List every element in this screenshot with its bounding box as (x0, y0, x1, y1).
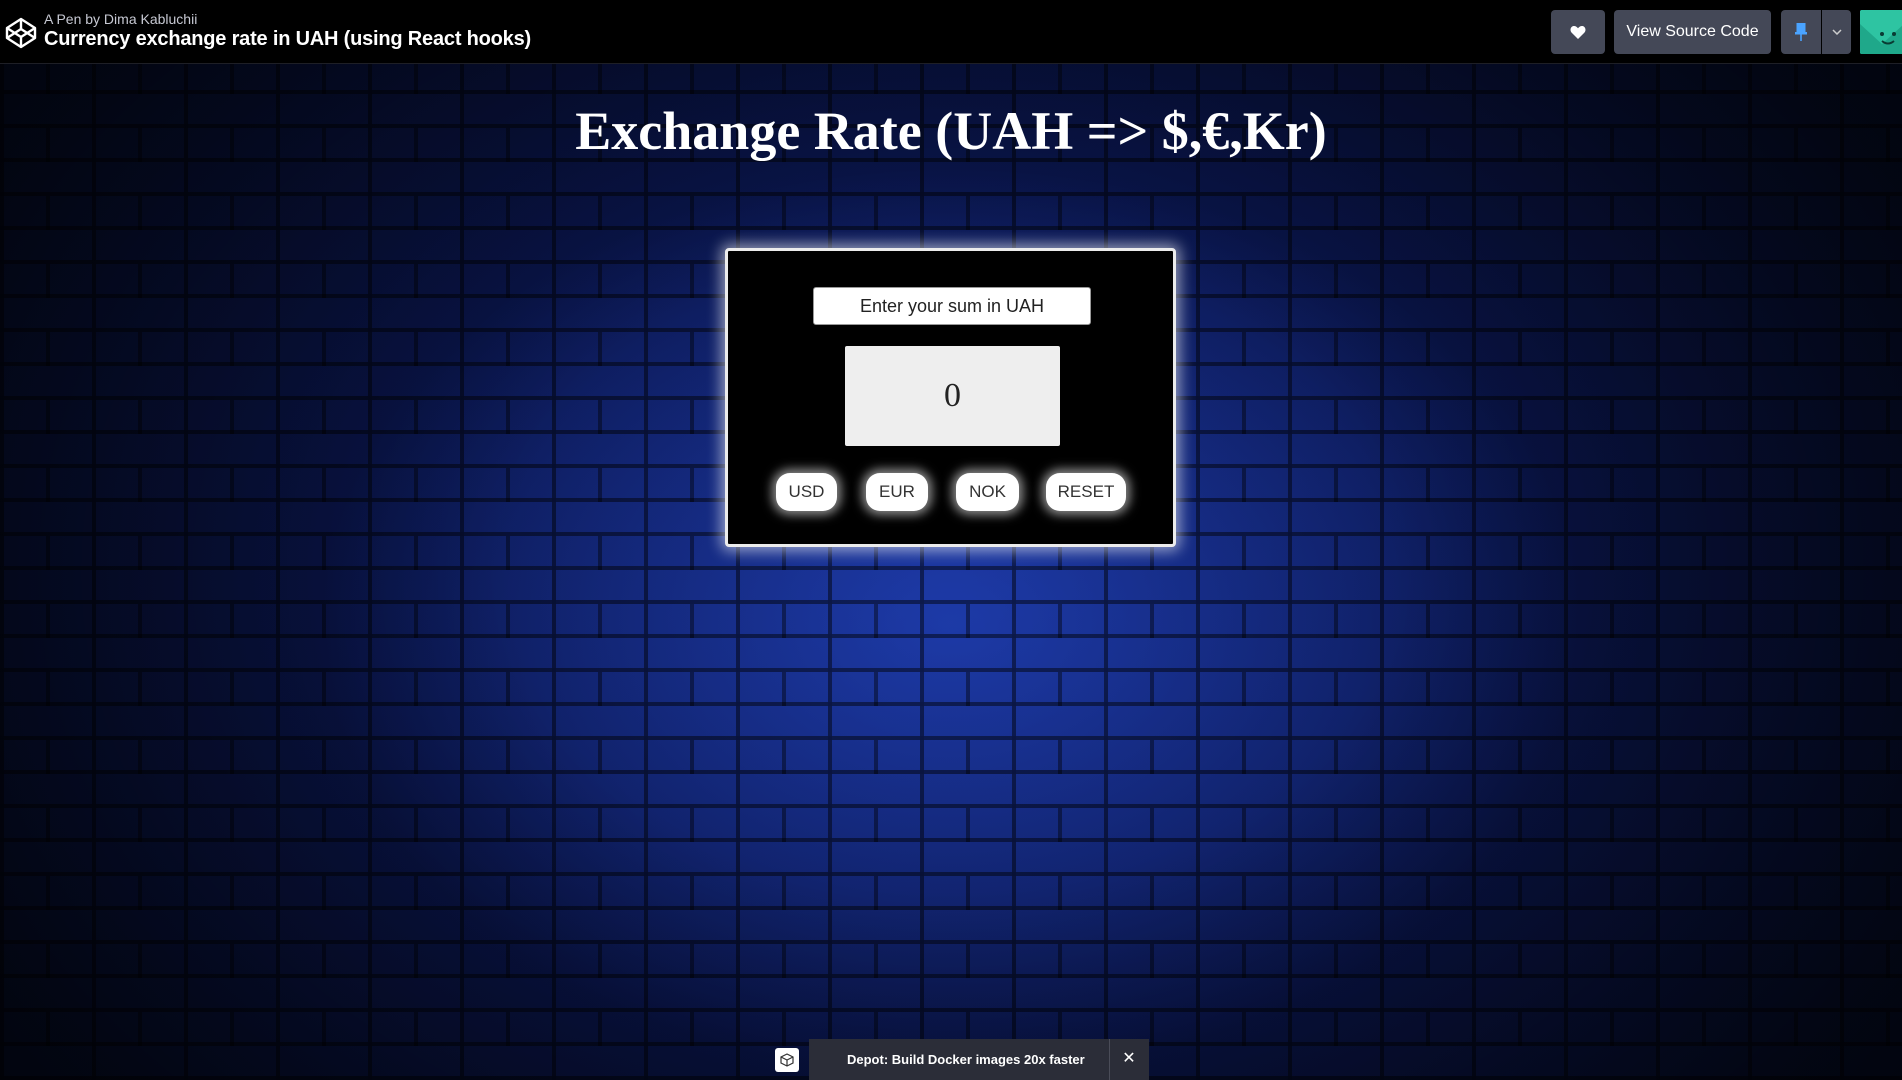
heart-button[interactable] (1551, 10, 1605, 54)
sum-label: Enter your sum in UAH (813, 287, 1091, 325)
sponsor-banner[interactable]: Depot: Build Docker images 20x faster ✕ (809, 1039, 1149, 1080)
pen-title: Currency exchange rate in UAH (using Rea… (44, 28, 531, 50)
amount-input[interactable] (845, 346, 1060, 446)
view-source-button[interactable]: View Source Code (1614, 10, 1771, 54)
heart-icon (1570, 25, 1586, 39)
exchange-panel: Enter your sum in UAH USD EUR NOK RESET (725, 248, 1176, 547)
chevron-down-icon (1831, 29, 1842, 35)
page-title: Exchange Rate (UAH => $,€,Kr) (575, 101, 1327, 161)
codepen-header: A Pen by Dima Kabluchii Currency exchang… (0, 0, 1902, 64)
close-icon[interactable]: ✕ (1119, 1049, 1139, 1069)
eur-button[interactable]: EUR (866, 473, 928, 511)
avatar-face-icon (1860, 10, 1902, 54)
pen-preview (0, 64, 1902, 1080)
pin-menu-button[interactable] (1822, 10, 1851, 54)
reset-button[interactable]: RESET (1046, 473, 1126, 511)
pin-button[interactable] (1781, 10, 1821, 54)
avatar[interactable] (1860, 10, 1902, 54)
usd-button[interactable]: USD (776, 473, 837, 511)
pen-author[interactable]: A Pen by Dima Kabluchii (44, 11, 197, 27)
background-vignette (0, 64, 1902, 1080)
banner-divider (1109, 1039, 1110, 1080)
nok-button[interactable]: NOK (956, 473, 1019, 511)
docker-icon (775, 1048, 799, 1072)
sponsor-text[interactable]: Depot: Build Docker images 20x faster (847, 1052, 1085, 1067)
pin-icon (1795, 23, 1807, 41)
codepen-logo-icon[interactable] (4, 16, 38, 50)
